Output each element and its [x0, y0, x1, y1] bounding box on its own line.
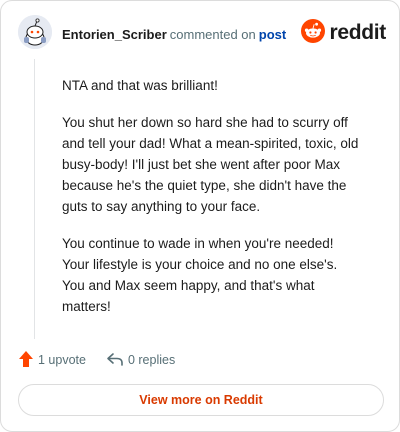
reply-arrow-icon: [106, 351, 128, 370]
reply-count: 0 replies: [127, 353, 176, 367]
reddit-logo[interactable]: reddit: [301, 18, 386, 48]
embedded-comment-card: Entorien_Scriber commented on post reddit: [0, 0, 400, 432]
reddit-wordmark: reddit: [329, 21, 386, 44]
upvote-arrow-icon: [18, 350, 38, 371]
reddit-alien-icon: [301, 18, 326, 48]
byline-verb: commented on: [169, 27, 256, 42]
comment-paragraph: You shut her down so hard she had to scu…: [62, 115, 359, 214]
replies-button[interactable]: 0 replies: [106, 351, 175, 370]
comment-actions: 1 upvote 0 replies: [18, 349, 175, 371]
snoo-avatar-icon[interactable]: [18, 15, 52, 49]
upvote-button[interactable]: 1 upvote: [18, 350, 86, 371]
comment-byline: Entorien_Scriber commented on post: [62, 27, 286, 42]
thread-line: [34, 59, 35, 339]
upvote-count: 1 upvote: [38, 353, 86, 367]
post-link[interactable]: post: [259, 27, 286, 42]
comment-header: Entorien_Scriber commented on post reddit: [18, 15, 386, 55]
comment-paragraph: You continue to wade in when you're need…: [62, 236, 338, 314]
comment-body: NTA and that was brilliant! You shut her…: [62, 75, 362, 333]
author-username[interactable]: Entorien_Scriber: [62, 27, 167, 42]
view-more-button[interactable]: View more on Reddit: [18, 384, 384, 416]
comment-paragraph: NTA and that was brilliant!: [62, 78, 218, 93]
